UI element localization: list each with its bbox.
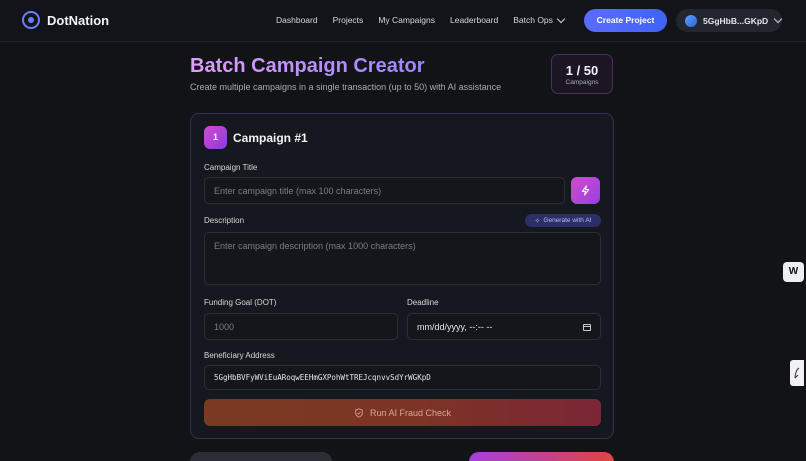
page-title: Batch Campaign Creator [190,55,425,77]
chevron-down-icon [773,14,783,24]
feather-icon [794,367,800,379]
wallet-avatar [685,14,697,27]
description-textarea[interactable]: Enter campaign description (max 1000 cha… [204,232,601,285]
campaign-title-label: Campaign Title [204,163,258,172]
campaign-count-label: Campaigns [565,79,599,86]
nav-links: Dashboard Projects My Campaigns Leaderbo… [276,14,579,25]
campaign-count: 1 / 50 [565,63,599,78]
generate-with-ai-label: Generate with AI [543,217,592,224]
beneficiary-address-input[interactable]: 5GgHbBVFyWViEuARoqwEEHmGXPohWtTREJcqnvvS… [204,365,601,390]
top-navbar: DotNation Dashboard Projects My Campaign… [0,0,806,42]
deadline-value: mm/dd/yyyy, --:-- -- [417,321,493,332]
chevron-down-icon [556,14,566,23]
campaign-count-badge: 1 / 50 Campaigns [551,54,613,94]
campaign-card: 1 Campaign #1 Campaign Title Enter campa… [190,113,614,439]
run-fraud-check-button[interactable]: Run AI Fraud Check [204,399,601,426]
deadline-input[interactable]: mm/dd/yyyy, --:-- -- [407,313,601,340]
run-fraud-check-label: Run AI Fraud Check [369,407,452,418]
campaign-number-badge: 1 [204,126,227,149]
wallet-button[interactable]: 5GgHbB...GKpD [676,9,783,32]
side-widget-button[interactable]: W [783,262,804,282]
funding-goal-input[interactable]: 1000 [204,313,398,340]
shield-check-icon [354,407,364,418]
nav-leaderboard[interactable]: Leaderboard [450,15,498,25]
brand-name: DotNation [47,12,110,28]
wallet-address: 5GgHbB...GKpD [703,15,769,26]
nav-batch-ops[interactable]: Batch Ops [513,14,566,25]
ai-title-button[interactable] [571,177,600,204]
nav-my-campaigns[interactable]: My Campaigns [378,15,435,25]
deadline-label: Deadline [407,298,439,307]
create-project-button[interactable]: Create Project [584,9,667,32]
side-pull-tab[interactable] [790,360,804,386]
funding-goal-label: Funding Goal (DOT) [204,298,277,307]
campaign-card-title: Campaign #1 [233,131,308,145]
page-subtitle: Create multiple campaigns in a single tr… [190,82,502,92]
sparkle-icon: ✧ [534,217,541,225]
description-label: Description [204,216,245,225]
calendar-icon[interactable] [583,324,591,331]
primary-action-button[interactable] [469,452,614,461]
nav-batch-ops-label: Batch Ops [513,15,553,25]
campaign-title-input[interactable]: Enter campaign title (max 100 characters… [204,177,565,204]
nav-dashboard[interactable]: Dashboard [276,15,318,25]
secondary-action-button[interactable] [190,452,332,461]
brand-logo[interactable]: DotNation [22,11,109,29]
beneficiary-label: Beneficiary Address [204,351,275,360]
logo-icon [22,11,40,29]
nav-projects[interactable]: Projects [333,15,364,25]
bolt-icon [581,185,590,196]
generate-with-ai-button[interactable]: ✧ Generate with AI [525,214,601,227]
